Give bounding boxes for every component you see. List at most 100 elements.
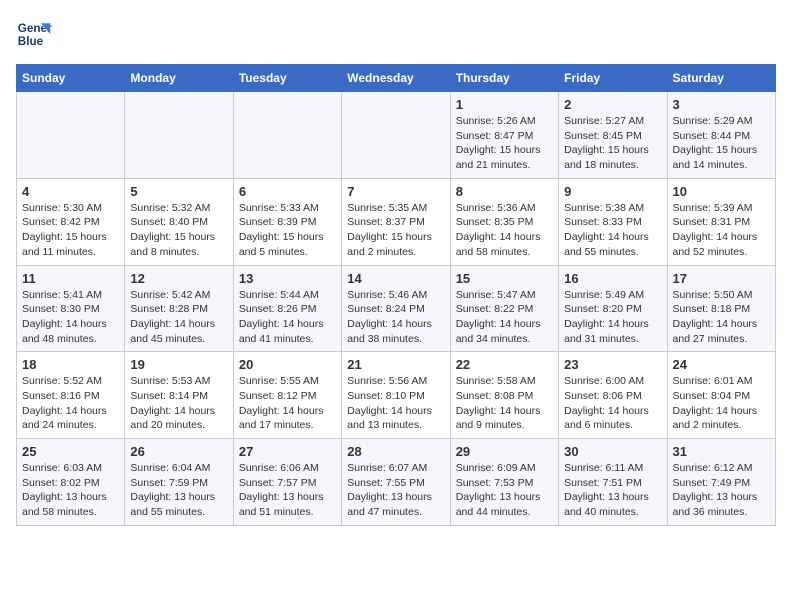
column-header-saturday: Saturday [667, 65, 775, 92]
day-info: Sunrise: 6:09 AM Sunset: 7:53 PM Dayligh… [456, 461, 553, 520]
calendar-cell: 2 Sunrise: 5:27 AM Sunset: 8:45 PM Daylig… [559, 92, 667, 179]
day-number: 1 [456, 97, 553, 112]
day-info: Sunrise: 5:33 AM Sunset: 8:39 PM Dayligh… [239, 201, 336, 260]
day-number: 22 [456, 357, 553, 372]
day-info: Sunrise: 6:03 AM Sunset: 8:02 PM Dayligh… [22, 461, 119, 520]
column-header-sunday: Sunday [17, 65, 125, 92]
column-header-wednesday: Wednesday [342, 65, 450, 92]
day-number: 27 [239, 444, 336, 459]
calendar-cell: 8 Sunrise: 5:36 AM Sunset: 8:35 PM Daylig… [450, 178, 558, 265]
day-info: Sunrise: 6:12 AM Sunset: 7:49 PM Dayligh… [673, 461, 770, 520]
day-number: 14 [347, 271, 444, 286]
calendar-cell: 13 Sunrise: 5:44 AM Sunset: 8:26 PM Dayli… [233, 265, 341, 352]
day-number: 21 [347, 357, 444, 372]
day-info: Sunrise: 5:38 AM Sunset: 8:33 PM Dayligh… [564, 201, 661, 260]
day-number: 18 [22, 357, 119, 372]
day-number: 5 [130, 184, 227, 199]
calendar-cell: 21 Sunrise: 5:56 AM Sunset: 8:10 PM Dayli… [342, 352, 450, 439]
calendar-cell: 22 Sunrise: 5:58 AM Sunset: 8:08 PM Dayli… [450, 352, 558, 439]
calendar-cell: 27 Sunrise: 6:06 AM Sunset: 7:57 PM Dayli… [233, 439, 341, 526]
calendar-cell: 15 Sunrise: 5:47 AM Sunset: 8:22 PM Dayli… [450, 265, 558, 352]
day-info: Sunrise: 5:27 AM Sunset: 8:45 PM Dayligh… [564, 114, 661, 173]
day-number: 8 [456, 184, 553, 199]
day-info: Sunrise: 5:56 AM Sunset: 8:10 PM Dayligh… [347, 374, 444, 433]
day-number: 29 [456, 444, 553, 459]
day-info: Sunrise: 6:07 AM Sunset: 7:55 PM Dayligh… [347, 461, 444, 520]
logo: General Blue [16, 16, 52, 52]
calendar-cell: 28 Sunrise: 6:07 AM Sunset: 7:55 PM Dayli… [342, 439, 450, 526]
calendar-cell: 23 Sunrise: 6:00 AM Sunset: 8:06 PM Dayli… [559, 352, 667, 439]
day-info: Sunrise: 5:41 AM Sunset: 8:30 PM Dayligh… [22, 288, 119, 347]
calendar-cell: 19 Sunrise: 5:53 AM Sunset: 8:14 PM Dayli… [125, 352, 233, 439]
day-info: Sunrise: 5:42 AM Sunset: 8:28 PM Dayligh… [130, 288, 227, 347]
day-number: 10 [673, 184, 770, 199]
day-number: 6 [239, 184, 336, 199]
calendar-cell [233, 92, 341, 179]
day-number: 4 [22, 184, 119, 199]
calendar-cell: 25 Sunrise: 6:03 AM Sunset: 8:02 PM Dayli… [17, 439, 125, 526]
day-info: Sunrise: 5:36 AM Sunset: 8:35 PM Dayligh… [456, 201, 553, 260]
calendar-cell: 1 Sunrise: 5:26 AM Sunset: 8:47 PM Daylig… [450, 92, 558, 179]
day-number: 16 [564, 271, 661, 286]
day-number: 17 [673, 271, 770, 286]
day-number: 30 [564, 444, 661, 459]
day-info: Sunrise: 5:44 AM Sunset: 8:26 PM Dayligh… [239, 288, 336, 347]
day-number: 20 [239, 357, 336, 372]
day-info: Sunrise: 5:29 AM Sunset: 8:44 PM Dayligh… [673, 114, 770, 173]
day-number: 3 [673, 97, 770, 112]
column-header-tuesday: Tuesday [233, 65, 341, 92]
day-info: Sunrise: 6:01 AM Sunset: 8:04 PM Dayligh… [673, 374, 770, 433]
calendar-cell [17, 92, 125, 179]
day-number: 19 [130, 357, 227, 372]
day-info: Sunrise: 5:32 AM Sunset: 8:40 PM Dayligh… [130, 201, 227, 260]
day-info: Sunrise: 5:53 AM Sunset: 8:14 PM Dayligh… [130, 374, 227, 433]
day-number: 15 [456, 271, 553, 286]
day-number: 31 [673, 444, 770, 459]
calendar-cell [342, 92, 450, 179]
day-info: Sunrise: 5:47 AM Sunset: 8:22 PM Dayligh… [456, 288, 553, 347]
calendar-cell: 4 Sunrise: 5:30 AM Sunset: 8:42 PM Daylig… [17, 178, 125, 265]
day-info: Sunrise: 5:52 AM Sunset: 8:16 PM Dayligh… [22, 374, 119, 433]
day-info: Sunrise: 5:55 AM Sunset: 8:12 PM Dayligh… [239, 374, 336, 433]
day-info: Sunrise: 5:50 AM Sunset: 8:18 PM Dayligh… [673, 288, 770, 347]
day-number: 23 [564, 357, 661, 372]
calendar-cell [125, 92, 233, 179]
day-number: 28 [347, 444, 444, 459]
calendar-cell: 20 Sunrise: 5:55 AM Sunset: 8:12 PM Dayli… [233, 352, 341, 439]
day-number: 26 [130, 444, 227, 459]
day-number: 24 [673, 357, 770, 372]
calendar-cell: 18 Sunrise: 5:52 AM Sunset: 8:16 PM Dayli… [17, 352, 125, 439]
day-number: 12 [130, 271, 227, 286]
day-number: 9 [564, 184, 661, 199]
calendar-cell: 30 Sunrise: 6:11 AM Sunset: 7:51 PM Dayli… [559, 439, 667, 526]
column-header-friday: Friday [559, 65, 667, 92]
day-info: Sunrise: 6:04 AM Sunset: 7:59 PM Dayligh… [130, 461, 227, 520]
calendar-cell: 3 Sunrise: 5:29 AM Sunset: 8:44 PM Daylig… [667, 92, 775, 179]
day-number: 11 [22, 271, 119, 286]
day-info: Sunrise: 5:26 AM Sunset: 8:47 PM Dayligh… [456, 114, 553, 173]
calendar-cell: 29 Sunrise: 6:09 AM Sunset: 7:53 PM Dayli… [450, 439, 558, 526]
day-info: Sunrise: 5:46 AM Sunset: 8:24 PM Dayligh… [347, 288, 444, 347]
day-info: Sunrise: 6:06 AM Sunset: 7:57 PM Dayligh… [239, 461, 336, 520]
calendar-cell: 17 Sunrise: 5:50 AM Sunset: 8:18 PM Dayli… [667, 265, 775, 352]
day-number: 13 [239, 271, 336, 286]
calendar-cell: 26 Sunrise: 6:04 AM Sunset: 7:59 PM Dayli… [125, 439, 233, 526]
calendar-cell: 12 Sunrise: 5:42 AM Sunset: 8:28 PM Dayli… [125, 265, 233, 352]
calendar-cell: 10Sunrise: 5:39 AM Sunset: 8:31 PM Dayli… [667, 178, 775, 265]
day-number: 25 [22, 444, 119, 459]
calendar-cell: 6 Sunrise: 5:33 AM Sunset: 8:39 PM Daylig… [233, 178, 341, 265]
day-info: Sunrise: 5:30 AM Sunset: 8:42 PM Dayligh… [22, 201, 119, 260]
calendar-cell: 5 Sunrise: 5:32 AM Sunset: 8:40 PM Daylig… [125, 178, 233, 265]
day-number: 2 [564, 97, 661, 112]
calendar-cell: 31 Sunrise: 6:12 AM Sunset: 7:49 PM Dayli… [667, 439, 775, 526]
page-header: General Blue [16, 16, 776, 52]
day-info: Sunrise: 5:58 AM Sunset: 8:08 PM Dayligh… [456, 374, 553, 433]
calendar-table: SundayMondayTuesdayWednesdayThursdayFrid… [16, 64, 776, 526]
day-number: 7 [347, 184, 444, 199]
day-info: Sunrise: 6:11 AM Sunset: 7:51 PM Dayligh… [564, 461, 661, 520]
column-header-thursday: Thursday [450, 65, 558, 92]
calendar-cell: 9 Sunrise: 5:38 AM Sunset: 8:33 PM Daylig… [559, 178, 667, 265]
column-header-monday: Monday [125, 65, 233, 92]
day-info: Sunrise: 6:00 AM Sunset: 8:06 PM Dayligh… [564, 374, 661, 433]
svg-text:Blue: Blue [18, 35, 44, 48]
